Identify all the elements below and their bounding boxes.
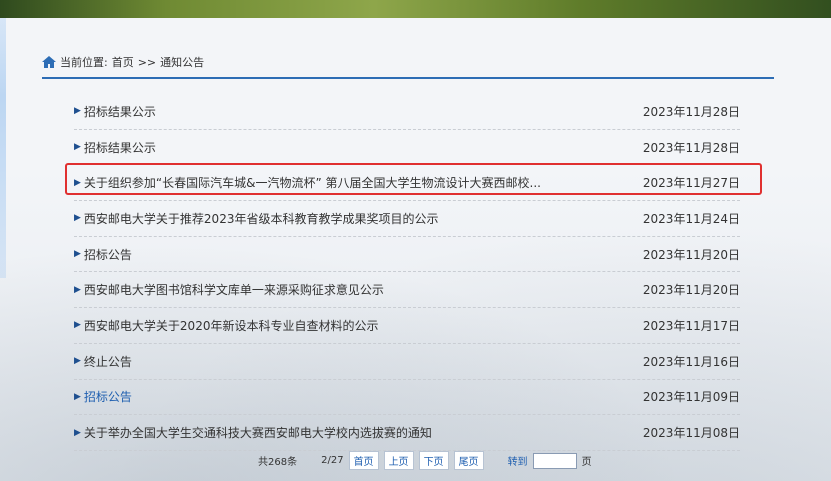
notice-link[interactable]: ▶ 西安邮电大学关于2020年新设本科专业自查材料的公示: [74, 317, 378, 334]
notice-title: 招标公告: [83, 390, 132, 405]
header-banner: [0, 0, 831, 18]
pagination: 共268条 2/27 首页 上页 下页 尾页 转到 页: [258, 451, 592, 470]
goto-button[interactable]: 转到: [508, 453, 528, 468]
notice-date: 2023年11月20日: [642, 283, 740, 298]
notice-date: 2023年11月08日: [642, 426, 740, 441]
list-item: ▶ 招标公告 2023年11月09日: [74, 380, 740, 416]
total-count: 共268条: [258, 457, 298, 468]
next-page-button[interactable]: 下页: [418, 451, 449, 470]
list-item: ▶ 西安邮电大学关于2020年新设本科专业自查材料的公示 2023年11月17日: [74, 308, 740, 344]
goto-page-input[interactable]: [532, 452, 577, 469]
breadcrumb-home-link[interactable]: 首页: [112, 54, 134, 70]
notice-date: 2023年11月20日: [642, 247, 740, 262]
notice-link[interactable]: ▶ 招标结果公示: [74, 103, 156, 120]
list-item: ▶ 西安邮电大学关于推荐2023年省级本科教育教学成果奖项目的公示 2023年11…: [74, 201, 740, 237]
title-divider: [42, 77, 774, 79]
notice-title: 关于举办全国大学生交通科技大赛西安邮电大学校内选拔赛的通知: [83, 426, 432, 441]
breadcrumb-current[interactable]: 通知公告: [160, 54, 204, 70]
breadcrumb: 当前位置: 首页 >> 通知公告: [42, 54, 204, 70]
list-item: ▶ 招标结果公示 2023年11月28日: [74, 130, 740, 166]
notice-list: ▶ 招标结果公示 2023年11月28日 ▶ 招标结果公示 2023年11月28日 …: [74, 94, 740, 451]
notice-title: 西安邮电大学图书馆科学文库单一来源采购征求意见公示: [83, 283, 384, 298]
notice-date: 2023年11月17日: [642, 318, 740, 333]
notice-link[interactable]: ▶ 关于举办全国大学生交通科技大赛西安邮电大学校内选拔赛的通知: [74, 424, 432, 441]
first-page-button[interactable]: 首页: [348, 451, 379, 470]
list-item: ▶ 西安邮电大学图书馆科学文库单一来源采购征求意见公示 2023年11月20日: [74, 272, 740, 309]
list-item: ▶ 招标公告 2023年11月20日: [74, 237, 740, 273]
last-page-button[interactable]: 尾页: [453, 451, 484, 470]
page-indicator: 2/27: [321, 455, 344, 466]
triangle-right-icon: ▶: [74, 106, 81, 117]
list-item: ▶ 关于举办全国大学生交通科技大赛西安邮电大学校内选拔赛的通知 2023年11月0…: [74, 415, 740, 451]
notice-date: 2023年11月16日: [642, 354, 740, 369]
notice-link[interactable]: ▶ 西安邮电大学图书馆科学文库单一来源采购征求意见公示: [74, 281, 384, 298]
breadcrumb-separator: >>: [137, 55, 157, 69]
triangle-right-icon: ▶: [74, 142, 81, 153]
triangle-right-icon: ▶: [74, 356, 81, 367]
triangle-right-icon: ▶: [74, 320, 81, 331]
home-icon: [42, 56, 56, 68]
notice-link[interactable]: ▶ 招标公告: [74, 246, 132, 263]
notice-title: 终止公告: [83, 354, 132, 369]
notice-title: 西安邮电大学关于2020年新设本科专业自查材料的公示: [83, 318, 379, 333]
triangle-right-icon: ▶: [74, 249, 81, 260]
list-item: ▶ 终止公告 2023年11月16日: [74, 344, 740, 380]
list-item: ▶ 招标结果公示 2023年11月28日: [74, 94, 740, 130]
notice-link[interactable]: ▶ 西安邮电大学关于推荐2023年省级本科教育教学成果奖项目的公示: [74, 210, 438, 227]
notice-date: 2023年11月24日: [642, 211, 740, 226]
highlight-box: [65, 163, 762, 195]
notice-date: 2023年11月28日: [642, 140, 740, 155]
notice-link[interactable]: ▶ 终止公告: [74, 353, 132, 370]
main-content: 当前位置: 首页 >> 通知公告 ▶ 招标结果公示 2023年11月28日 ▶ 招标…: [0, 18, 831, 481]
notice-date: 2023年11月28日: [642, 104, 740, 119]
notice-title: 西安邮电大学关于推荐2023年省级本科教育教学成果奖项目的公示: [83, 211, 439, 226]
notice-link[interactable]: ▶ 招标公告: [74, 388, 132, 405]
notice-date: 2023年11月09日: [642, 390, 740, 405]
notice-title: 招标结果公示: [83, 104, 156, 119]
notice-title: 招标结果公示: [83, 140, 156, 155]
notice-title: 招标公告: [83, 247, 132, 262]
notice-link[interactable]: ▶ 招标结果公示: [74, 139, 156, 156]
triangle-right-icon: ▶: [74, 391, 81, 402]
triangle-right-icon: ▶: [74, 284, 81, 295]
breadcrumb-prefix: 当前位置:: [60, 56, 108, 69]
triangle-right-icon: ▶: [74, 213, 81, 224]
prev-page-button[interactable]: 上页: [383, 451, 414, 470]
triangle-right-icon: ▶: [74, 427, 81, 438]
page-unit-label: 页: [581, 457, 592, 468]
